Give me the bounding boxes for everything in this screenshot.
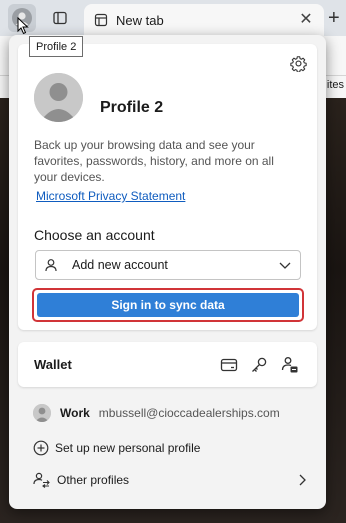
profile-flyout: Profile 2 Back up your browsing data and… <box>9 35 326 509</box>
people-switch-icon <box>33 472 50 488</box>
key-icon <box>252 357 267 372</box>
profile-avatar <box>34 73 83 122</box>
other-profiles-label: Other profiles <box>57 473 130 487</box>
gear-icon <box>289 55 307 72</box>
close-tab-icon[interactable]: ✕ <box>298 12 314 28</box>
privacy-statement-link[interactable]: Microsoft Privacy Statement <box>36 189 185 203</box>
tab-actions-icon <box>53 11 67 25</box>
wallet-title: Wallet <box>34 357 72 372</box>
account-dropdown-label: Add new account <box>72 258 168 272</box>
chevron-right-icon <box>299 474 306 486</box>
backup-description: Back up your browsing data and see your … <box>34 138 274 184</box>
avatar-icon <box>33 404 51 422</box>
profile-tooltip: Profile 2 <box>29 36 84 57</box>
work-profile-email: mbussell@cioccadealerships.com <box>98 406 280 420</box>
title-bar: New tab ✕ + <box>0 0 346 36</box>
add-circle-icon <box>33 440 49 456</box>
profile-settings-button[interactable] <box>288 53 308 73</box>
wallet-passwords-button[interactable] <box>249 355 269 375</box>
wallet-personal-info-button[interactable] <box>280 355 300 375</box>
new-profile-item[interactable]: Set up new personal profile <box>33 436 308 460</box>
new-profile-label: Set up new personal profile <box>55 441 201 455</box>
chevron-down-icon <box>279 262 291 269</box>
favorites-bar-item[interactable]: ites <box>324 79 346 91</box>
wallet-card[interactable]: Wallet <box>18 342 317 387</box>
person-icon <box>45 259 57 272</box>
sign-in-sync-button[interactable]: Sign in to sync data <box>37 293 299 317</box>
account-dropdown[interactable]: Add new account <box>35 250 301 280</box>
sync-button-highlight: Sign in to sync data <box>32 288 304 322</box>
work-profile-label: Work <box>60 406 90 420</box>
new-tab-page-icon <box>94 13 108 27</box>
new-tab-button[interactable]: + <box>328 8 340 28</box>
other-profiles-item[interactable]: Other profiles <box>33 468 308 492</box>
choose-account-label: Choose an account <box>34 227 155 243</box>
tab-new-tab[interactable]: New tab ✕ <box>84 4 324 36</box>
avatar <box>33 404 51 422</box>
mouse-cursor-icon <box>17 17 29 35</box>
credit-card-icon <box>220 358 238 372</box>
avatar-icon <box>34 73 83 122</box>
person-badge-icon <box>281 357 298 373</box>
profile-name: Profile 2 <box>100 99 164 116</box>
work-profile-item[interactable]: Work mbussell@cioccadealerships.com <box>33 401 308 425</box>
tab-title: New tab <box>116 12 164 28</box>
tab-actions-button[interactable] <box>46 5 74 31</box>
wallet-payment-button[interactable] <box>219 355 239 375</box>
profile-card: Profile 2 Back up your browsing data and… <box>18 44 317 330</box>
